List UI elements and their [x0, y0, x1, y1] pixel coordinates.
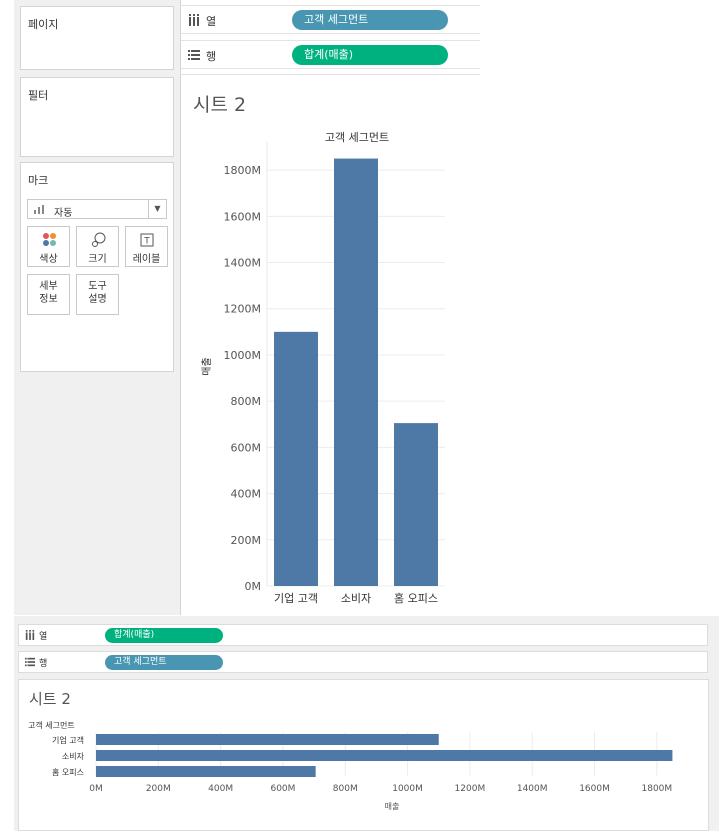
size-icon	[92, 232, 106, 247]
chart-title: 고객 세그먼트	[325, 131, 389, 144]
mark-type-label: 자동	[54, 208, 73, 219]
vertical-bar-chart: 고객 세그먼트 0M 200M 400M 600M 800M 1000M 1200M 1400M…	[201, 131, 445, 605]
x-tick-label: 1000M	[392, 784, 423, 794]
y-tick-label: 400M	[231, 488, 262, 501]
filters-panel[interactable]: 필터	[20, 77, 174, 157]
detail-button-label: 세부 정보	[28, 280, 69, 306]
left-sidebar: 페이지 필터 마크 자동 ▼ 색상 크기 T 레이블 세부 정보 도구 설명	[14, 0, 180, 615]
tooltip-label-line2: 설명	[88, 294, 107, 305]
bar	[96, 766, 316, 777]
x-tick-label: 홈 오피스	[394, 591, 438, 605]
y-tick-label: 1800M	[224, 164, 262, 177]
x-tick-label: 0M	[89, 784, 103, 794]
chart-title: 고객 세그먼트	[28, 720, 75, 730]
label-button[interactable]: T 레이블	[125, 226, 168, 267]
horizontal-bar-chart: 고객 세그먼트 0M 200M 400M 600M 800M 1000M 1200M 1400M…	[28, 720, 673, 811]
size-button[interactable]: 크기	[76, 226, 119, 267]
size-button-label: 크기	[88, 254, 107, 265]
x-tick-label: 소비자	[341, 592, 371, 605]
y-tick-label: 1400M	[224, 257, 262, 270]
columns-icon	[25, 630, 35, 640]
x-tick-label: 1800M	[642, 784, 673, 794]
x-tick-label: 1200M	[455, 784, 486, 794]
tooltip-button[interactable]: 도구 설명	[76, 274, 119, 315]
marks-panel: 마크 자동 ▼ 색상 크기 T 레이블 세부 정보 도구 설명	[20, 162, 174, 372]
tooltip-button-label: 도구 설명	[77, 280, 118, 306]
x-tick-label: 400M	[208, 784, 233, 794]
sales-pill[interactable]: 합계(매출)	[105, 628, 223, 643]
color-button-label: 색상	[39, 254, 58, 265]
detail-label-line2: 정보	[39, 294, 58, 305]
y-tick-label: 200M	[231, 534, 262, 547]
columns-shelf-2[interactable]: 열 합계(매출)	[18, 624, 708, 646]
rows-shelf-label: 행	[39, 659, 48, 669]
svg-text:T: T	[143, 237, 150, 247]
detail-label-line1: 세부	[39, 281, 58, 292]
chevron-down-icon[interactable]: ▼	[148, 200, 166, 218]
color-dots-icon	[43, 233, 56, 246]
segment-pill[interactable]: 고객 세그먼트	[105, 655, 223, 670]
rows-shelf[interactable]: 행 합계(매출)	[180, 40, 480, 69]
filters-panel-title: 필터	[28, 89, 49, 102]
tooltip-label-line1: 도구	[88, 281, 107, 292]
detail-button[interactable]: 세부 정보	[27, 274, 70, 315]
sheet-title: 시트 2	[193, 94, 247, 116]
columns-icon	[189, 14, 199, 26]
y-tick-label: 1600M	[224, 210, 262, 223]
rows-icon	[25, 657, 35, 667]
y-tick-label: 소비자	[62, 752, 85, 761]
mark-type-dropdown[interactable]: 자동 ▼	[27, 199, 167, 219]
columns-shelf[interactable]: 열 고객 세그먼트	[180, 5, 480, 34]
segment-pill[interactable]: 고객 세그먼트	[292, 10, 448, 30]
x-tick-label: 200M	[146, 784, 171, 794]
y-tick-label: 1200M	[224, 303, 262, 316]
y-tick-label: 1000M	[224, 349, 262, 362]
x-tick-label: 800M	[333, 784, 358, 794]
rows-shelf-2[interactable]: 행 고객 세그먼트	[18, 651, 708, 673]
rows-shelf-label: 행	[206, 50, 217, 63]
bar	[394, 423, 438, 586]
text-label-icon: T	[140, 233, 154, 247]
x-tick-label: 600M	[270, 784, 295, 794]
columns-shelf-label: 열	[39, 632, 48, 642]
x-tick-label: 1400M	[517, 784, 548, 794]
bar	[96, 750, 673, 761]
x-axis-title: 매출	[385, 801, 400, 811]
color-button[interactable]: 색상	[27, 226, 70, 267]
y-tick-label: 홈 오피스	[52, 767, 84, 777]
y-axis-title: 매출	[201, 357, 213, 375]
sales-pill[interactable]: 합계(매출)	[292, 45, 448, 65]
y-tick-label: 600M	[231, 441, 262, 454]
columns-shelf-label: 열	[206, 15, 217, 28]
pages-panel[interactable]: 페이지	[20, 6, 174, 70]
y-tick-label: 0M	[245, 580, 262, 593]
y-tick-label: 기업 고객	[52, 735, 84, 745]
rows-icon	[188, 50, 200, 60]
y-tick-label: 800M	[231, 395, 262, 408]
pages-panel-title: 페이지	[28, 18, 59, 31]
sheet-title-2: 시트 2	[29, 690, 71, 708]
marks-panel-title: 마크	[28, 174, 49, 187]
bar	[274, 331, 318, 586]
x-tick-label: 기업 고객	[274, 592, 318, 605]
bar	[334, 158, 378, 587]
label-button-label: 레이블	[132, 254, 161, 265]
x-tick-label: 1600M	[579, 784, 610, 794]
bar-chart-icon	[34, 205, 44, 214]
bar	[96, 734, 439, 745]
